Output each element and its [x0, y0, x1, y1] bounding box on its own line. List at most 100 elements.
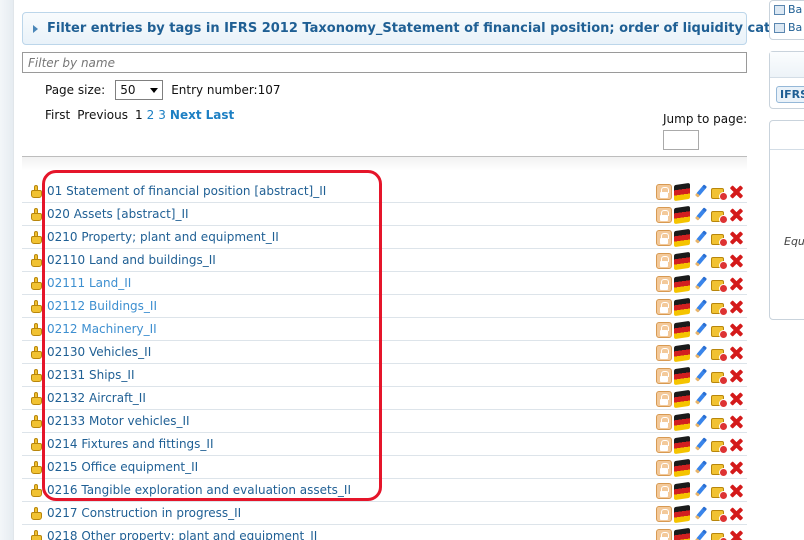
next-page-link[interactable]: Next: [170, 108, 202, 122]
lock-icon[interactable]: [656, 345, 672, 361]
remove-tag-icon[interactable]: [710, 460, 728, 477]
tag-icon[interactable]: [30, 484, 44, 497]
remove-tag-icon[interactable]: [710, 368, 728, 385]
german-flag-icon[interactable]: [674, 504, 690, 524]
previous-page-link[interactable]: Previous: [77, 108, 128, 122]
remove-tag-icon[interactable]: [710, 506, 728, 523]
page-3-link[interactable]: 3: [158, 108, 166, 122]
delete-icon[interactable]: [728, 276, 744, 292]
german-flag-icon[interactable]: [674, 182, 690, 202]
entry-link[interactable]: 02130 Vehicles_II: [47, 345, 151, 359]
entry-link[interactable]: 02111 Land_II: [47, 276, 131, 290]
tag-icon[interactable]: [30, 392, 44, 405]
pencil-icon[interactable]: [692, 529, 708, 540]
lock-icon[interactable]: [656, 253, 672, 269]
remove-tag-icon[interactable]: [710, 414, 728, 431]
german-flag-icon[interactable]: [674, 251, 690, 271]
last-page-link[interactable]: Last: [206, 108, 235, 122]
lock-icon[interactable]: [656, 368, 672, 384]
entry-link[interactable]: 02131 Ships_II: [47, 368, 135, 382]
entry-link[interactable]: 02110 Land and buildings_II: [47, 253, 216, 267]
lock-icon[interactable]: [656, 299, 672, 315]
tag-icon[interactable]: [30, 231, 44, 244]
tag-icon[interactable]: [30, 323, 44, 336]
remove-tag-icon[interactable]: [710, 276, 728, 293]
delete-icon[interactable]: [728, 230, 744, 246]
tree-item[interactable]: Ba: [774, 3, 802, 16]
delete-icon[interactable]: [728, 207, 744, 223]
entry-link[interactable]: 01 Statement of financial position [abst…: [47, 184, 326, 198]
remove-tag-icon[interactable]: [710, 437, 728, 454]
pencil-icon[interactable]: [692, 437, 708, 453]
remove-tag-icon[interactable]: [710, 322, 728, 339]
lock-icon[interactable]: [656, 230, 672, 246]
tree-item[interactable]: Ba: [774, 21, 802, 34]
pencil-icon[interactable]: [692, 506, 708, 522]
pencil-icon[interactable]: [692, 299, 708, 315]
pencil-icon[interactable]: [692, 276, 708, 292]
delete-icon[interactable]: [728, 299, 744, 315]
german-flag-icon[interactable]: [674, 389, 690, 409]
tag-icon[interactable]: [30, 369, 44, 382]
pencil-icon[interactable]: [692, 207, 708, 223]
tag-icon[interactable]: [30, 185, 44, 198]
tag-icon[interactable]: [30, 415, 44, 428]
german-flag-icon[interactable]: [674, 435, 690, 455]
pencil-icon[interactable]: [692, 460, 708, 476]
tag-icon[interactable]: [30, 277, 44, 290]
delete-icon[interactable]: [728, 345, 744, 361]
entry-link[interactable]: 0217 Construction in progress_II: [47, 506, 241, 520]
delete-icon[interactable]: [728, 184, 744, 200]
page-2-link[interactable]: 2: [147, 108, 155, 122]
german-flag-icon[interactable]: [674, 458, 690, 478]
delete-icon[interactable]: [728, 506, 744, 522]
german-flag-icon[interactable]: [674, 228, 690, 248]
tag-icon[interactable]: [30, 461, 44, 474]
lock-icon[interactable]: [656, 184, 672, 200]
entry-link[interactable]: 02133 Motor vehicles_II: [47, 414, 190, 428]
filter-panel-header[interactable]: Filter entries by tags in IFRS 2012 Taxo…: [22, 12, 804, 45]
entry-link[interactable]: 0218 Other property; plant and equipment…: [47, 529, 317, 540]
lock-icon[interactable]: [656, 391, 672, 407]
delete-icon[interactable]: [728, 437, 744, 453]
tag-icon[interactable]: [30, 346, 44, 359]
delete-icon[interactable]: [728, 253, 744, 269]
remove-tag-icon[interactable]: [710, 529, 728, 540]
entry-link[interactable]: 0212 Machinery_II: [47, 322, 157, 336]
remove-tag-icon[interactable]: [710, 391, 728, 408]
german-flag-icon[interactable]: [674, 527, 690, 540]
tag-icon[interactable]: [30, 507, 44, 520]
pencil-icon[interactable]: [692, 391, 708, 407]
remove-tag-icon[interactable]: [710, 184, 728, 201]
pencil-icon[interactable]: [692, 322, 708, 338]
lock-icon[interactable]: [656, 322, 672, 338]
german-flag-icon[interactable]: [674, 343, 690, 363]
german-flag-icon[interactable]: [674, 320, 690, 340]
pencil-icon[interactable]: [692, 345, 708, 361]
delete-icon[interactable]: [728, 483, 744, 499]
tag-icon[interactable]: [30, 208, 44, 221]
tag-icon[interactable]: [30, 300, 44, 313]
lock-icon[interactable]: [656, 506, 672, 522]
tag-icon[interactable]: [30, 254, 44, 267]
german-flag-icon[interactable]: [674, 205, 690, 225]
pencil-icon[interactable]: [692, 483, 708, 499]
remove-tag-icon[interactable]: [710, 299, 728, 316]
page-1-link[interactable]: 1: [135, 108, 143, 122]
german-flag-icon[interactable]: [674, 366, 690, 386]
tab-ifrs[interactable]: IFRS: [776, 86, 804, 103]
remove-tag-icon[interactable]: [710, 345, 728, 362]
remove-tag-icon[interactable]: [710, 483, 728, 500]
lock-icon[interactable]: [656, 483, 672, 499]
entry-link[interactable]: 0210 Property; plant and equipment_II: [47, 230, 279, 244]
remove-tag-icon[interactable]: [710, 230, 728, 247]
lock-icon[interactable]: [656, 414, 672, 430]
delete-icon[interactable]: [728, 322, 744, 338]
jump-to-page-input[interactable]: [663, 130, 699, 150]
delete-icon[interactable]: [728, 414, 744, 430]
entry-link[interactable]: 0214 Fixtures and fittings_II: [47, 437, 214, 451]
remove-tag-icon[interactable]: [710, 253, 728, 270]
entry-link[interactable]: 02112 Buildings_II: [47, 299, 157, 313]
german-flag-icon[interactable]: [674, 297, 690, 317]
page-size-select[interactable]: 50: [115, 80, 164, 100]
